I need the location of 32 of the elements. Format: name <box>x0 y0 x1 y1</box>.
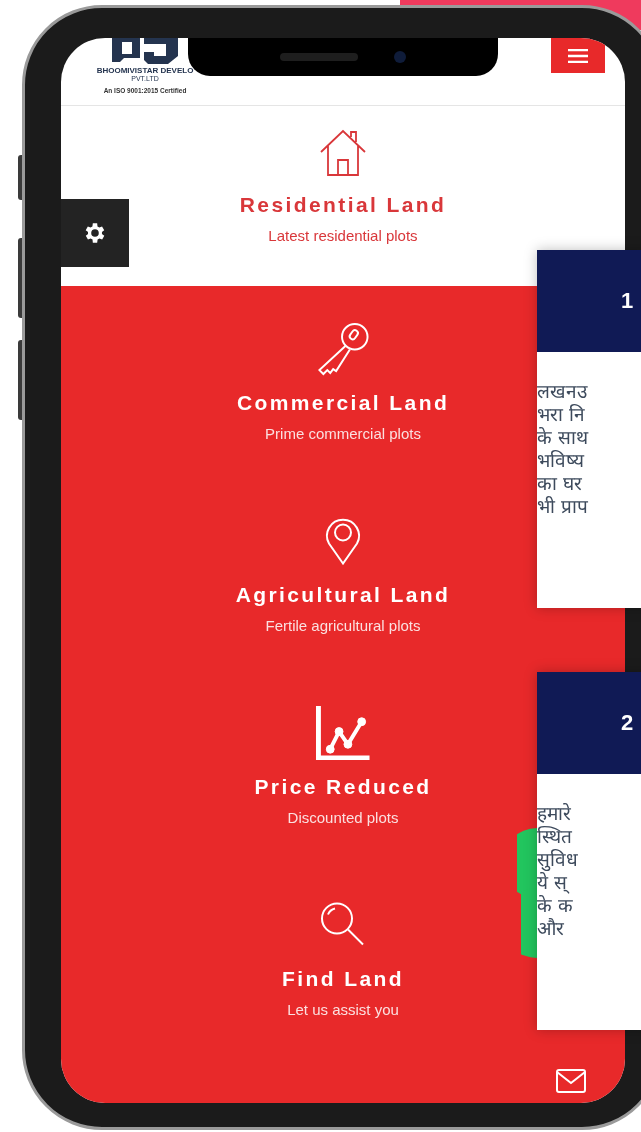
category-title[interactable]: Agricultural Land <box>235 582 451 608</box>
card-text-line: का घर <box>537 472 584 495</box>
card-text-line: लखनउ <box>537 380 589 403</box>
card-heading: 2 <box>621 710 634 736</box>
card-text-line: ये स् <box>537 871 570 894</box>
category-title[interactable]: Residential Land <box>239 192 447 218</box>
category-title[interactable]: Commercial Land <box>236 390 450 416</box>
house-icon <box>318 128 368 178</box>
card-text-line: सुविध <box>537 848 641 871</box>
category-title[interactable]: Price Reduced <box>254 774 432 800</box>
card-text-line: भी प्राप <box>537 495 590 518</box>
card-heading: 1 <box>621 288 634 314</box>
card-text-line: के क <box>537 894 575 917</box>
mail-icon[interactable] <box>556 1069 586 1093</box>
card-text-line: स्थित <box>537 825 573 848</box>
menu-button[interactable] <box>551 38 605 73</box>
logo-text: BHOOMIVISTAR DEVELO <box>96 66 194 75</box>
logo-icon <box>110 38 180 64</box>
category-subtitle: Discounted plots <box>287 808 399 828</box>
card-text-line: और <box>537 917 565 940</box>
card-text-line: भरा नि <box>537 403 587 426</box>
card-text-line: भविष्य <box>537 449 586 472</box>
category-subtitle: Prime commercial plots <box>265 424 421 444</box>
category-subtitle: Fertile agricultural plots <box>265 616 421 636</box>
category-title[interactable]: Find Land <box>282 966 404 992</box>
category-subtitle: Latest residential plots <box>268 226 418 246</box>
settings-button[interactable] <box>61 199 129 267</box>
card-text-line: के साथ <box>537 426 590 449</box>
category-subtitle: Let us assist you <box>287 1000 399 1020</box>
card-text-line: हमारे <box>537 802 572 825</box>
menu-icon <box>568 48 588 63</box>
line-chart-icon <box>315 705 371 760</box>
